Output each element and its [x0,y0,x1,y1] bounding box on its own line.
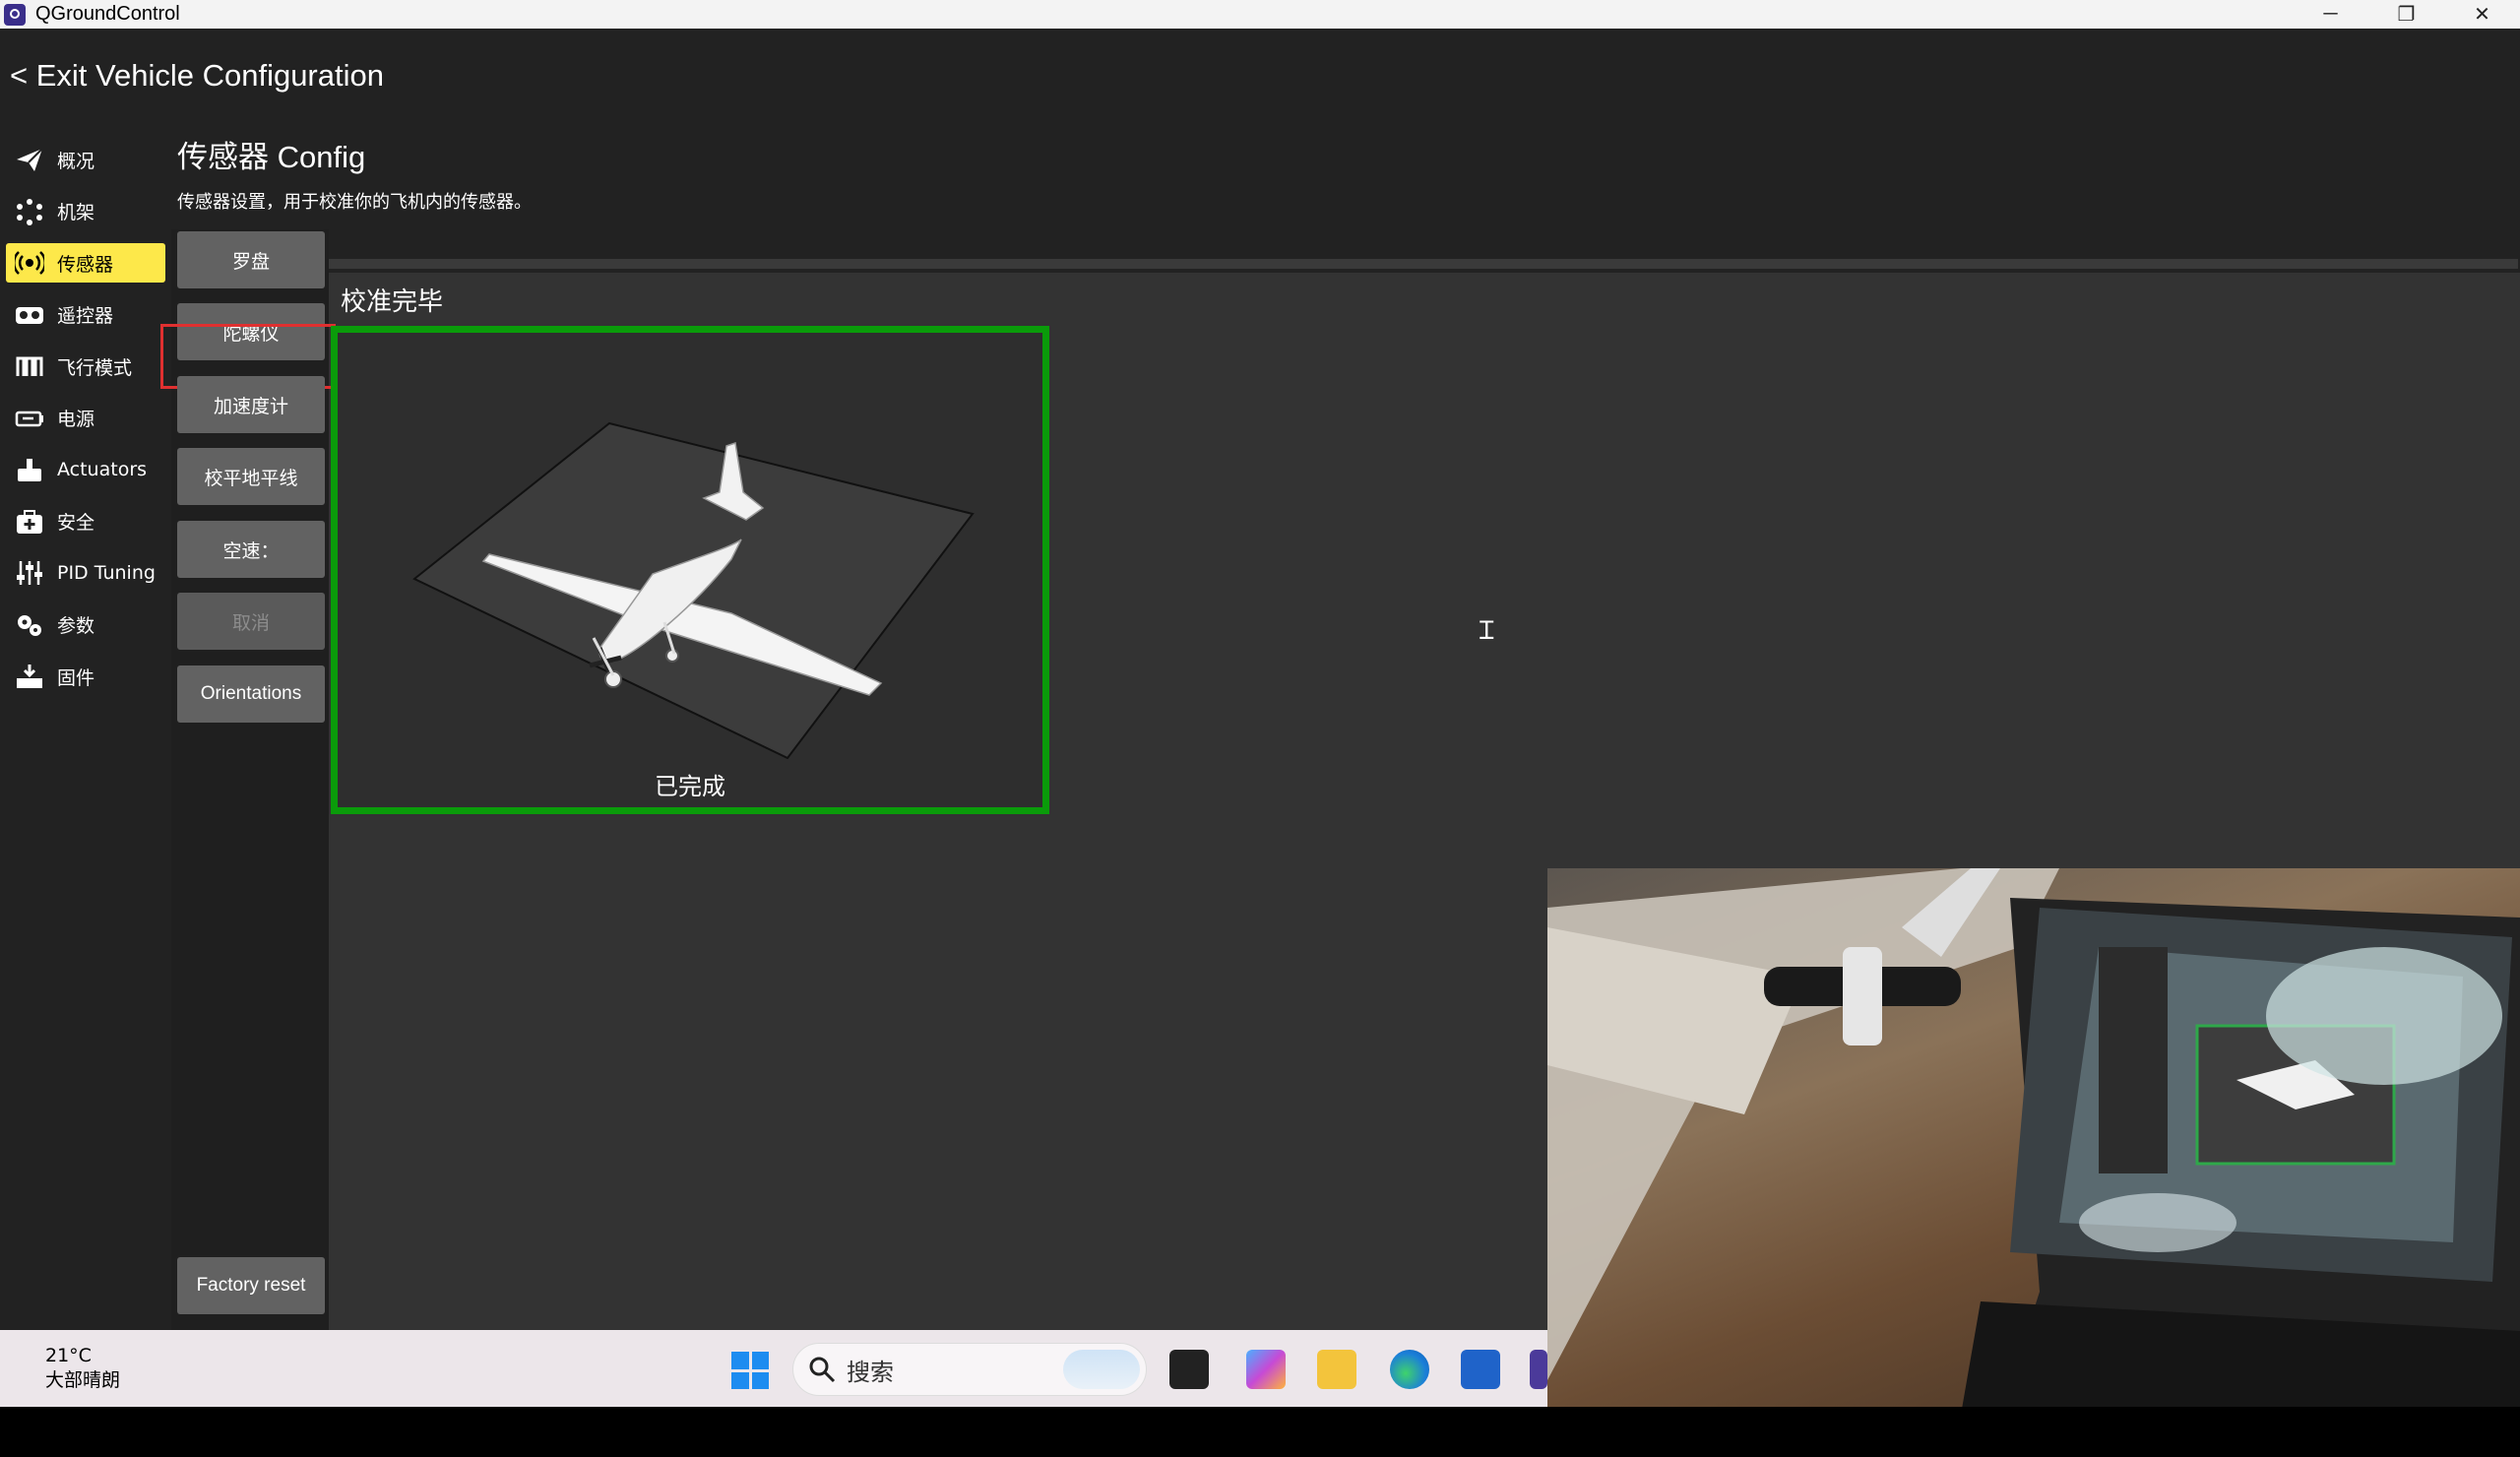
search-icon [809,1357,836,1383]
windows-start-icon[interactable] [731,1352,769,1389]
sidebar-item-label: 飞行模式 [57,356,133,379]
sidebar-item-actuators[interactable]: Actuators [6,450,165,489]
sidebar-item-label: 固件 [57,666,95,689]
flight-mode-wave-icon [14,352,45,380]
sidebar-item-firmware[interactable]: 固件 [6,657,165,696]
actuator-icon [14,456,45,483]
weather-temperature: 21°C [45,1345,92,1366]
sidebar-item-safety[interactable]: 安全 [6,502,165,541]
orientations-button[interactable]: Orientations [177,665,325,723]
safety-kit-icon [14,508,45,536]
sidebar-item-radio[interactable]: 遥控器 [6,295,165,335]
window-controls: ─ ❐ ✕ [2293,0,2520,29]
qgc-app-icon [4,3,26,26]
window-titlebar: QGroundControl ─ ❐ ✕ [0,0,2520,29]
camera-scene-image [1547,868,2520,1415]
sidebar-item-label: 参数 [57,615,95,637]
sidebar-item-label: Actuators [57,459,148,480]
sidebar-item-pid-tuning[interactable]: PID Tuning [6,553,165,593]
sidebar-item-flight-modes[interactable]: 飞行模式 [6,347,165,386]
weather-widget[interactable]: 21°C 大部晴朗 [45,1344,120,1393]
sidebar-item-label: 传感器 [57,253,114,276]
page-title: 传感器 Config [177,140,366,174]
firmware-download-icon [14,663,45,690]
text-cursor-icon: Ɪ [1480,616,1494,646]
sidebar-item-label: 电源 [57,409,95,430]
paper-plane-icon [14,146,45,173]
sensor-radio-icon [14,249,45,277]
sidebar-item-label: 安全 [57,512,95,534]
close-button[interactable]: ✕ [2444,0,2520,29]
window-title: QGroundControl [35,3,180,25]
m365-copilot-icon[interactable] [1246,1350,1286,1389]
minimize-button[interactable]: ─ [2293,0,2368,29]
sidebar-item-label: PID Tuning [57,562,156,584]
qgroundcontrol-taskbar-icon[interactable] [1530,1350,1547,1389]
sidebar-item-summary[interactable]: 概况 [6,140,165,179]
accelerometer-button[interactable]: 加速度计 [177,376,325,433]
microsoft-store-icon[interactable] [1461,1350,1500,1389]
sidebar-item-label: 概况 [57,150,95,172]
file-explorer-icon[interactable] [1317,1350,1356,1389]
frame-dots-icon [14,198,45,225]
page-description: 传感器设置，用于校准你的飞机内的传感器。 [177,192,532,213]
sidebar-item-label: 机架 [57,202,95,223]
cancel-button[interactable]: 取消 [177,593,325,650]
sidebar-item-parameters[interactable]: 参数 [6,605,165,645]
gears-icon [14,611,45,639]
level-horizon-button[interactable]: 校平地平线 [177,448,325,505]
sidebar-item-power[interactable]: 电源 [6,399,165,438]
calibration-status-title: 校准完毕 [341,287,444,317]
weather-condition: 大部晴朗 [45,1369,121,1391]
header-divider [329,259,2518,269]
battery-icon [14,405,45,432]
screen-bottom-bar [0,1407,2520,1457]
sliders-icon [14,559,45,587]
taskbar-search[interactable]: 搜索 [792,1343,1147,1396]
edge-browser-icon[interactable] [1390,1350,1429,1389]
sidebar-item-frame[interactable]: 机架 [6,192,165,231]
calibration-complete-box: 已完成 [331,326,1049,814]
search-placeholder: 搜索 [847,1358,894,1386]
remote-controller-icon [14,301,45,329]
airplane-3d-icon [412,421,975,760]
windows-taskbar: 21°C 大部晴朗 搜索 [0,1330,1547,1407]
airspeed-button[interactable]: 空速： [177,521,325,578]
webcam-overlay-photo [1547,868,2520,1415]
vehicle-setup-sidebar: 概况 机架 传感器 遥控器 飞行模式 电源 Actuators 安全 PID T… [6,140,165,709]
restore-button[interactable]: ❐ [2368,0,2444,29]
task-view-icon[interactable] [1169,1350,1209,1389]
search-highlight-image [1063,1350,1140,1389]
sidebar-item-sensors[interactable]: 传感器 [6,243,165,283]
calibration-done-label: 已完成 [655,773,725,800]
sidebar-item-label: 遥控器 [57,305,114,327]
compass-button[interactable]: 罗盘 [177,231,325,288]
factory-reset-button[interactable]: Factory reset [177,1257,325,1314]
exit-vehicle-config-button[interactable]: < Exit Vehicle Configuration [10,58,384,94]
